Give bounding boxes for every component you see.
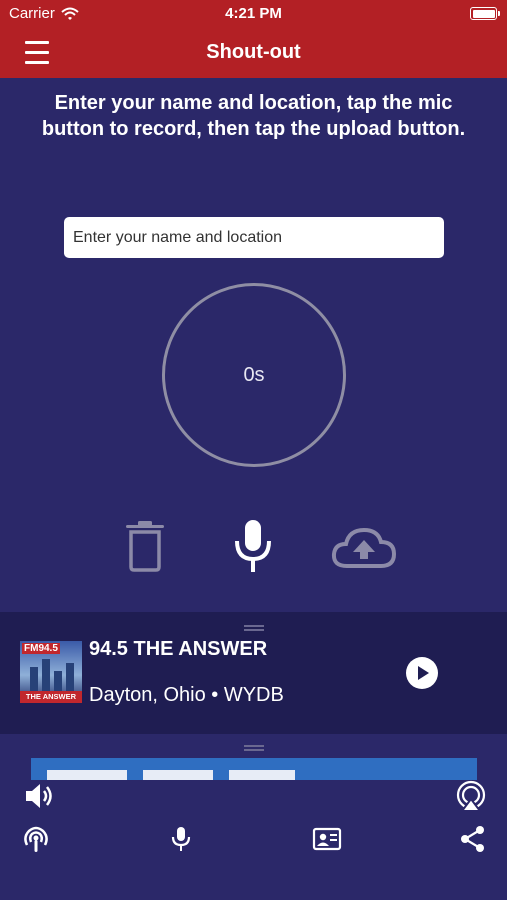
status-bar: Carrier 4:21 PM [0, 0, 507, 28]
station-location: Dayton, Ohio • WYDB [89, 684, 284, 706]
page-title: Shout-out [206, 41, 301, 63]
airplay-icon[interactable] [455, 780, 487, 812]
microphone-icon[interactable] [171, 826, 191, 852]
trash-icon[interactable] [123, 520, 167, 572]
speaker-icon[interactable] [24, 782, 54, 810]
microphone-icon[interactable] [230, 518, 276, 574]
nav-bar: Shout-out [0, 28, 507, 78]
ad-banner[interactable] [31, 758, 477, 780]
instructions-text: Enter your name and location, tap the mi… [41, 92, 466, 140]
logo-tag: THE ANSWER [20, 691, 82, 703]
station-name: 94.5 THE ANSWER [89, 638, 268, 660]
logo-fm: FM94.5 [22, 643, 60, 654]
contact-card-icon[interactable] [312, 827, 342, 851]
share-icon[interactable] [459, 825, 487, 853]
station-logo: FM94.5 THE ANSWER [20, 641, 82, 703]
battery-icon [470, 7, 500, 20]
status-time: 4:21 PM [225, 5, 282, 22]
drag-handle[interactable] [244, 625, 264, 631]
recording-timer: 0s [162, 283, 346, 467]
elapsed-time: 0s [243, 363, 265, 386]
cloud-upload-icon[interactable] [331, 526, 397, 570]
podcast-icon[interactable] [22, 825, 50, 853]
play-button[interactable] [406, 657, 438, 689]
drag-handle[interactable] [244, 745, 264, 751]
name-location-input[interactable] [64, 217, 444, 258]
